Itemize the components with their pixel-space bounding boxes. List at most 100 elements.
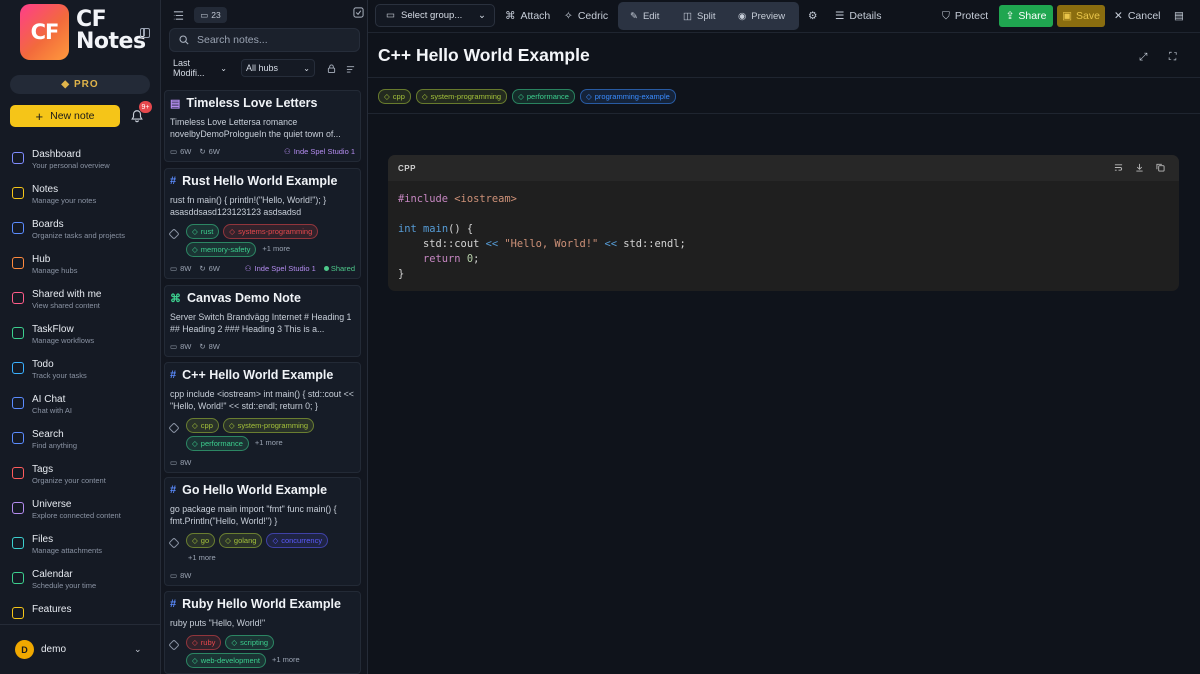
collapse-sidebar-icon[interactable]: [140, 28, 150, 38]
users-icon: ⚇: [283, 146, 291, 156]
tag-chip[interactable]: ◇ memory-safety: [186, 242, 257, 257]
tag-chip[interactable]: ◇ system-programming: [222, 418, 315, 433]
code-content[interactable]: #include <iostream> int main() { std::co…: [388, 181, 1179, 291]
tag-chip[interactable]: ◇ rust: [186, 224, 220, 239]
sidebar-item-tags[interactable]: Tags Organize your content: [0, 462, 160, 497]
gear-icon: ⚙: [808, 10, 818, 22]
note-title[interactable]: C++ Hello World Example: [378, 45, 590, 66]
note-tag-chip[interactable]: ◇ cpp: [378, 89, 411, 104]
chevron-down-icon: ⌄: [303, 63, 310, 73]
nav-title: Shared with me: [32, 289, 102, 300]
ai-chat-icon: [12, 397, 24, 409]
divider: [368, 77, 1200, 78]
sidebar-item-search[interactable]: Search Find anything: [0, 427, 160, 462]
note-card-meta: ▭ 8W: [170, 457, 355, 467]
note-tag-chip[interactable]: ◇ performance: [512, 89, 575, 104]
fullscreen-button[interactable]: ⛶: [1169, 47, 1176, 67]
created-age-text: 8W: [180, 570, 192, 580]
note-card[interactable]: # Go Hello World Example go package main i…: [164, 477, 361, 586]
shared-indicator: Shared: [323, 264, 355, 273]
nav-subtitle: Manage workflows: [32, 336, 95, 345]
tag-label: concurrency: [281, 536, 323, 545]
tag-label: ruby: [200, 638, 216, 647]
sidebar-item-dashboard[interactable]: Dashboard Your personal overview: [0, 147, 160, 182]
preview-mode-button[interactable]: ◉ Preview: [738, 2, 785, 30]
tag-chip[interactable]: ◇ ruby: [186, 635, 222, 650]
note-card[interactable]: # Ruby Hello World Example ruby puts "Hell…: [164, 591, 361, 674]
sort-direction-icon[interactable]: [346, 64, 355, 73]
panel-toggle-button[interactable]: ▤: [1174, 6, 1184, 26]
settings-button[interactable]: ⚙: [808, 6, 817, 26]
tag-chip[interactable]: ◇ scripting: [225, 635, 275, 650]
sidebar-item-taskflow[interactable]: TaskFlow Manage workflows: [0, 322, 160, 357]
new-note-button[interactable]: + New note: [10, 105, 120, 127]
updated-age-text: 6W: [208, 146, 220, 156]
user-menu[interactable]: D demo ⌄: [0, 624, 160, 674]
tag-label: system-programming: [237, 421, 309, 430]
details-button[interactable]: ☰ Details: [835, 6, 882, 26]
sort-select[interactable]: Last Modifi... ⌄: [169, 58, 231, 78]
more-tags-label: +1 more: [262, 244, 291, 253]
select-all-icon[interactable]: [353, 7, 364, 18]
note-card[interactable]: ▤ Timeless Love Letters Timeless Love Lett…: [164, 90, 361, 162]
hub-select[interactable]: All hubs ⌄: [241, 59, 315, 77]
created-age: ▭ 8W: [170, 458, 191, 467]
sidebar-item-ai-chat[interactable]: AI Chat Chat with AI: [0, 392, 160, 427]
tag-chip[interactable]: ◇ concurrency: [266, 533, 329, 548]
attach-button[interactable]: ⌘ Attach: [505, 6, 550, 26]
calendar-icon: ▭: [170, 457, 178, 467]
download-icon[interactable]: [1135, 163, 1144, 172]
sidebar-item-files[interactable]: Files Manage attachments: [0, 532, 160, 567]
note-card-meta: ▭ 8W ↻ 8W: [170, 341, 355, 351]
nav-subtitle: Manage your notes: [32, 196, 97, 205]
copy-icon[interactable]: [1156, 163, 1165, 172]
universe-icon: [12, 502, 24, 514]
tag-chip[interactable]: ◇ web-development: [186, 653, 266, 668]
tag-chip[interactable]: ◇ cpp: [186, 418, 219, 433]
sidebar-item-todo[interactable]: Todo Track your tasks: [0, 357, 160, 392]
split-icon: ◫: [683, 10, 692, 22]
sidebar-item-calendar[interactable]: Calendar Schedule your time: [0, 567, 160, 602]
sidebar-item-universe[interactable]: Universe Explore connected content: [0, 497, 160, 532]
split-mode-button[interactable]: ◫ Split: [683, 2, 715, 30]
edit-mode-button[interactable]: ✎ Edit: [630, 2, 659, 30]
wrap-icon[interactable]: [1114, 163, 1123, 172]
search-notes-input[interactable]: [197, 34, 347, 46]
app-logo[interactable]: CF: [20, 4, 69, 60]
share-button[interactable]: ⇪ Share: [999, 5, 1053, 27]
tag-chip[interactable]: ◇ performance: [186, 436, 249, 451]
sidebar-item-notes[interactable]: Notes Manage your notes: [0, 182, 160, 217]
notification-badge: 9+: [139, 101, 152, 113]
sidebar-item-shared-with-me[interactable]: Shared with me View shared content: [0, 287, 160, 322]
note-card-tags: ◇ ruby ◇ scripting ◇ web-development +1 more: [168, 635, 355, 668]
lock-icon[interactable]: [327, 64, 336, 73]
note-card-title: # Rust Hello World Example: [170, 174, 355, 188]
cancel-button[interactable]: ✕ Cancel: [1114, 6, 1161, 26]
sidebar-item-boards[interactable]: Boards Organize tasks and projects: [0, 217, 160, 252]
tag-icon: ◇: [421, 92, 428, 101]
list-view-icon[interactable]: [173, 10, 184, 21]
expand-button[interactable]: ⤢: [1139, 47, 1147, 67]
search-bar: [169, 28, 360, 52]
tag-chip[interactable]: ◇ go: [186, 533, 216, 548]
note-tag-chip[interactable]: ◇ system-programming: [415, 89, 508, 104]
note-card[interactable]: ⌘ Canvas Demo Note Server Switch Brandvägg…: [164, 285, 361, 357]
save-button[interactable]: ▣ Save: [1057, 5, 1105, 27]
sidebar-item-hub[interactable]: Hub Manage hubs: [0, 252, 160, 287]
shared-dot-icon: [323, 265, 329, 271]
note-card-preview: Timeless Love Lettersa romance novelbyDe…: [170, 117, 341, 139]
note-tag-chip[interactable]: ◇ programming-example: [579, 89, 676, 104]
tag-chip[interactable]: ◇ golang: [219, 533, 263, 548]
note-card[interactable]: # Rust Hello World Example rust fn main() …: [164, 168, 361, 279]
note-card[interactable]: # C++ Hello World Example cpp include <ios…: [164, 362, 361, 473]
group-select[interactable]: ▭ Select group... ⌄: [375, 4, 495, 27]
nav-text: Dashboard Your personal overview: [32, 147, 110, 171]
note-card-preview: rust fn main() { println!("Hello, World!…: [170, 195, 327, 217]
refresh-icon: ↻: [199, 263, 206, 273]
author-button[interactable]: ✧ Cedric: [564, 6, 608, 26]
protect-button[interactable]: ⛉ Protect: [942, 6, 988, 26]
tag-chip[interactable]: ◇ systems-programming: [223, 224, 319, 239]
calendar-icon: ▭: [170, 146, 178, 156]
note-card-title-text: Canvas Demo Note: [187, 291, 301, 305]
nav-subtitle: Manage attachments: [32, 546, 103, 555]
